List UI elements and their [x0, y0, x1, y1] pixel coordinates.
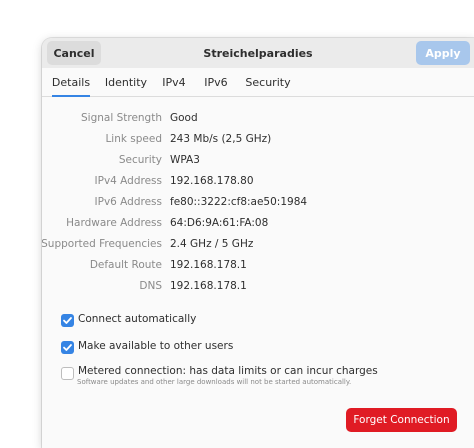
make-available-checkbox[interactable] — [61, 341, 74, 354]
detail-label: Signal Strength — [80, 112, 162, 124]
checkmark-icon — [63, 317, 72, 324]
detail-value: 192.168.178.1 — [170, 280, 247, 292]
metered-connection-hint: Software updates and other large downloa… — [77, 378, 352, 386]
detail-row-supported-frequencies: Supported Frequencies 2.4 GHz / 5 GHz — [42, 234, 474, 254]
tab-security[interactable]: Security — [242, 68, 294, 96]
connection-dialog: Streichelparadies Cancel Apply Details I… — [42, 38, 474, 448]
metered-connection-label[interactable]: Metered connection: has data limits or c… — [78, 365, 378, 377]
detail-row-default-route: Default Route 192.168.178.1 — [42, 255, 474, 275]
detail-value: fe80::3222:cf8:ae50:1984 — [170, 196, 308, 208]
connect-automatically-label[interactable]: Connect automatically — [78, 313, 196, 325]
detail-row-hardware-address: Hardware Address 64:D6:9A:61:FA:08 — [42, 213, 474, 233]
apply-button[interactable]: Apply — [416, 41, 470, 65]
detail-label: Supported Frequencies — [42, 238, 162, 250]
tab-details[interactable]: Details — [48, 68, 94, 97]
detail-row-link-speed: Link speed 243 Mb/s (2,5 GHz) — [42, 129, 474, 149]
dialog-title: Streichelparadies — [203, 46, 313, 60]
detail-value: Good — [170, 112, 198, 124]
detail-label: Default Route — [89, 259, 162, 271]
detail-row-dns: DNS 192.168.178.1 — [42, 276, 474, 296]
metered-connection-checkbox[interactable] — [61, 367, 74, 380]
connect-automatically-checkbox[interactable] — [61, 314, 74, 327]
detail-value: WPA3 — [170, 154, 200, 166]
detail-label: IPv4 Address — [94, 175, 162, 187]
detail-value: 64:D6:9A:61:FA:08 — [170, 217, 269, 229]
cancel-button[interactable]: Cancel — [47, 41, 101, 65]
header-bar: Streichelparadies Cancel Apply — [42, 38, 474, 68]
detail-value: 192.168.178.80 — [170, 175, 254, 187]
forget-connection-button[interactable]: Forget Connection — [346, 408, 457, 432]
detail-row-security: Security WPA3 — [42, 150, 474, 170]
detail-value: 243 Mb/s (2,5 GHz) — [170, 133, 272, 145]
detail-label: DNS — [139, 280, 162, 292]
detail-row-ipv4-address: IPv4 Address 192.168.178.80 — [42, 171, 474, 191]
detail-row-signal-strength: Signal Strength Good — [42, 108, 474, 128]
detail-label: Hardware Address — [66, 217, 162, 229]
tab-ipv6[interactable]: IPv6 — [198, 68, 234, 96]
checkmark-icon — [63, 344, 72, 351]
detail-value: 192.168.178.1 — [170, 259, 247, 271]
tab-bar: Details Identity IPv4 IPv6 Security — [42, 68, 474, 97]
detail-label: IPv6 Address — [94, 196, 162, 208]
detail-label: Link speed — [105, 133, 162, 145]
detail-label: Security — [118, 154, 162, 166]
make-available-label[interactable]: Make available to other users — [78, 340, 233, 352]
tab-identity[interactable]: Identity — [102, 68, 150, 96]
tab-ipv4[interactable]: IPv4 — [156, 68, 192, 96]
detail-value: 2.4 GHz / 5 GHz — [170, 238, 254, 250]
detail-row-ipv6-address: IPv6 Address fe80::3222:cf8:ae50:1984 — [42, 192, 474, 212]
